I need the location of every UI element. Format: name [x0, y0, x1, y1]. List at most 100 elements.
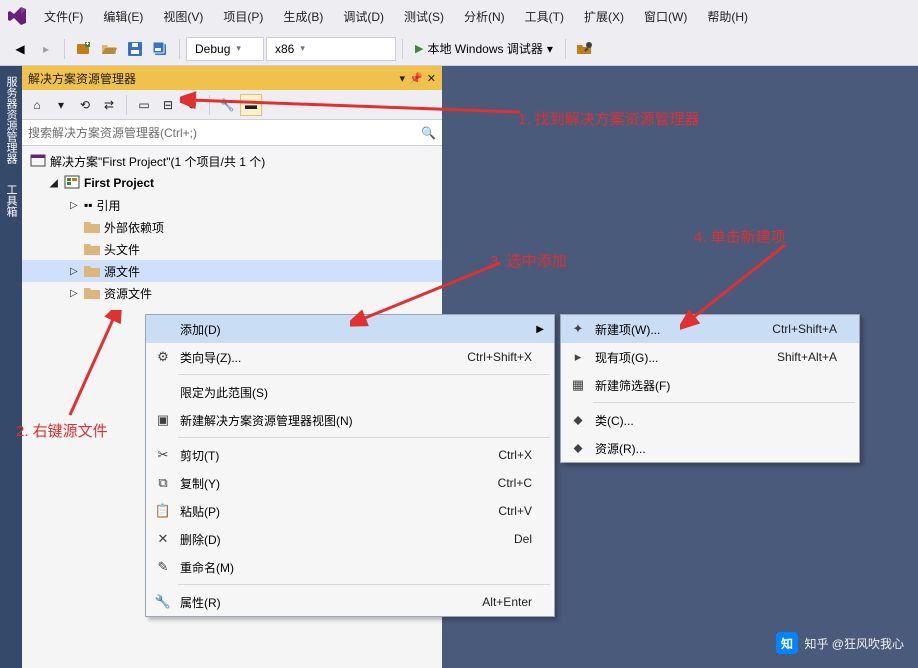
collapse-icon[interactable]: ⊟	[157, 94, 179, 116]
menu-shortcut: Ctrl+Shift+A	[772, 322, 837, 336]
nav-back-button[interactable]: ◀	[8, 37, 32, 61]
menu-item[interactable]: 📋粘贴(P)Ctrl+V	[146, 497, 554, 525]
menu-item[interactable]: 限定为此范围(S)	[146, 378, 554, 406]
menu-test[interactable]: 测试(S)	[394, 2, 454, 31]
tree-source-files[interactable]: ▷ 源文件	[22, 260, 442, 282]
tree-references[interactable]: ▷ ▪▪ 引用	[22, 194, 442, 216]
menu-help[interactable]: 帮助(H)	[697, 2, 758, 31]
menu-tools[interactable]: 工具(T)	[515, 2, 574, 31]
menu-icon: ✎	[150, 559, 176, 575]
menu-label: 属性(R)	[176, 594, 482, 611]
menu-item[interactable]: ⚙类向导(Z)...Ctrl+Shift+X	[146, 343, 554, 371]
menu-item[interactable]: ⬥资源(R)...	[561, 434, 859, 462]
tree-header-files[interactable]: 头文件	[22, 238, 442, 260]
close-icon[interactable]: ✕	[427, 72, 436, 85]
config-dropdown[interactable]: Debug▾	[186, 37, 264, 61]
menu-icon: ✦	[565, 321, 591, 337]
menu-shortcut: Del	[514, 532, 532, 546]
menu-shortcut: Ctrl+V	[498, 504, 532, 518]
menu-item[interactable]: ⧉复制(Y)Ctrl+C	[146, 469, 554, 497]
menu-item[interactable]: ✕删除(D)Del	[146, 525, 554, 553]
settings-icon[interactable]	[572, 37, 596, 61]
menu-label: 删除(D)	[176, 531, 514, 548]
menu-item[interactable]: ✂剪切(T)Ctrl+X	[146, 441, 554, 469]
solution-icon	[30, 153, 46, 170]
menu-label: 限定为此范围(S)	[176, 384, 532, 401]
menu-window[interactable]: 窗口(W)	[634, 2, 697, 31]
context-menu-primary: 添加(D)▶⚙类向导(Z)...Ctrl+Shift+X限定为此范围(S)▣新建…	[145, 314, 555, 617]
search-box[interactable]: 搜索解决方案资源管理器(Ctrl+;) 🔍	[22, 120, 442, 146]
platform-dropdown[interactable]: x86▾	[266, 37, 396, 61]
refs-icon: ▪▪	[84, 198, 93, 212]
menu-analyze[interactable]: 分析(N)	[454, 2, 515, 31]
wrench-icon[interactable]: 🔧	[216, 94, 238, 116]
show-all-icon[interactable]: ▭	[133, 94, 155, 116]
menu-label: 现有项(G)...	[591, 349, 777, 366]
sync-icon[interactable]: ⟲	[74, 94, 96, 116]
dropdown-icon[interactable]: ▾	[50, 94, 72, 116]
menu-item[interactable]: ▣新建解决方案资源管理器视图(N)	[146, 406, 554, 434]
menu-icon: ▸	[565, 349, 591, 365]
menu-file[interactable]: 文件(F)	[34, 2, 93, 31]
panel-title-text: 解决方案资源管理器	[28, 70, 136, 87]
menu-extensions[interactable]: 扩展(X)	[574, 2, 634, 31]
watermark: 知 知乎 @狂风吹我心	[776, 632, 904, 654]
search-icon[interactable]: 🔍	[421, 126, 436, 140]
menu-label: 添加(D)	[176, 321, 532, 338]
expander-icon[interactable]: ▷	[70, 266, 80, 277]
menu-label: 粘贴(P)	[176, 503, 498, 520]
menu-item[interactable]: ✎重命名(M)	[146, 553, 554, 581]
menu-item[interactable]: ▦新建筛选器(F)	[561, 371, 859, 399]
menu-debug[interactable]: 调试(D)	[333, 2, 394, 31]
watermark-text: 知乎 @狂风吹我心	[804, 635, 904, 652]
menu-icon: ✂	[150, 447, 176, 463]
menu-label: 剪切(T)	[176, 447, 498, 464]
menu-shortcut: Shift+Alt+A	[777, 350, 837, 364]
play-icon: ▶	[415, 42, 423, 55]
dropdown-icon[interactable]: ▾	[400, 72, 406, 85]
open-icon[interactable]	[97, 37, 121, 61]
properties-icon[interactable]: ▬	[240, 94, 262, 116]
new-project-icon[interactable]	[71, 37, 95, 61]
tree-solution[interactable]: 解决方案"First Project"(1 个项目/共 1 个)	[22, 150, 442, 172]
menu-build[interactable]: 生成(B)	[273, 2, 333, 31]
menu-label: 新建解决方案资源管理器视图(N)	[176, 412, 532, 429]
menu-icon: ▣	[150, 412, 176, 428]
menu-view[interactable]: 视图(V)	[153, 2, 213, 31]
menu-icon: ▦	[565, 377, 591, 393]
tree-project[interactable]: ◢ First Project	[22, 172, 442, 194]
expander-icon[interactable]: ▷	[70, 288, 80, 299]
save-icon[interactable]	[123, 37, 147, 61]
menu-item[interactable]: ✦新建项(W)...Ctrl+Shift+A	[561, 315, 859, 343]
expander-icon[interactable]: ▷	[70, 200, 80, 211]
menu-item[interactable]: 添加(D)▶	[146, 315, 554, 343]
folder-icon	[84, 242, 100, 256]
menu-icon: ⧉	[150, 475, 176, 491]
menu-icon: ✕	[150, 531, 176, 547]
switch-icon[interactable]: ⇄	[98, 94, 120, 116]
pin-icon[interactable]: 📌	[409, 72, 423, 85]
panel-toolbar: ⌂ ▾ ⟲ ⇄ ▭ ⊟ ↻ 🔧 ▬	[22, 90, 442, 120]
extdep-label: 外部依赖项	[104, 219, 164, 236]
save-all-icon[interactable]	[149, 37, 173, 61]
side-tab-toolbox[interactable]: 工具箱	[0, 174, 22, 227]
menu-edit[interactable]: 编辑(E)	[93, 2, 153, 31]
home-icon[interactable]: ⌂	[26, 94, 48, 116]
svg-text:知: 知	[780, 636, 793, 651]
expander-icon[interactable]: ◢	[50, 178, 60, 189]
ref-label: 引用	[97, 197, 121, 214]
folder-icon	[84, 286, 100, 300]
config-value: Debug	[195, 42, 230, 56]
menu-project[interactable]: 项目(P)	[213, 2, 273, 31]
refresh-icon[interactable]: ↻	[181, 94, 203, 116]
run-button[interactable]: ▶本地 Windows 调试器▾	[409, 37, 559, 61]
tree-resource-files[interactable]: ▷ 资源文件	[22, 282, 442, 304]
menu-item[interactable]: 🔧属性(R)Alt+Enter	[146, 588, 554, 616]
context-menu-add-submenu: ✦新建项(W)...Ctrl+Shift+A▸现有项(G)...Shift+Al…	[560, 314, 860, 463]
side-tab-server-explorer[interactable]: 服务器资源管理器	[0, 66, 22, 174]
nav-fwd-button[interactable]: ▸	[34, 37, 58, 61]
menu-item[interactable]: ▸现有项(G)...Shift+Alt+A	[561, 343, 859, 371]
tree-ext-deps[interactable]: 外部依赖项	[22, 216, 442, 238]
menubar: 文件(F) 编辑(E) 视图(V) 项目(P) 生成(B) 调试(D) 测试(S…	[0, 0, 918, 32]
menu-item[interactable]: ⬥类(C)...	[561, 406, 859, 434]
